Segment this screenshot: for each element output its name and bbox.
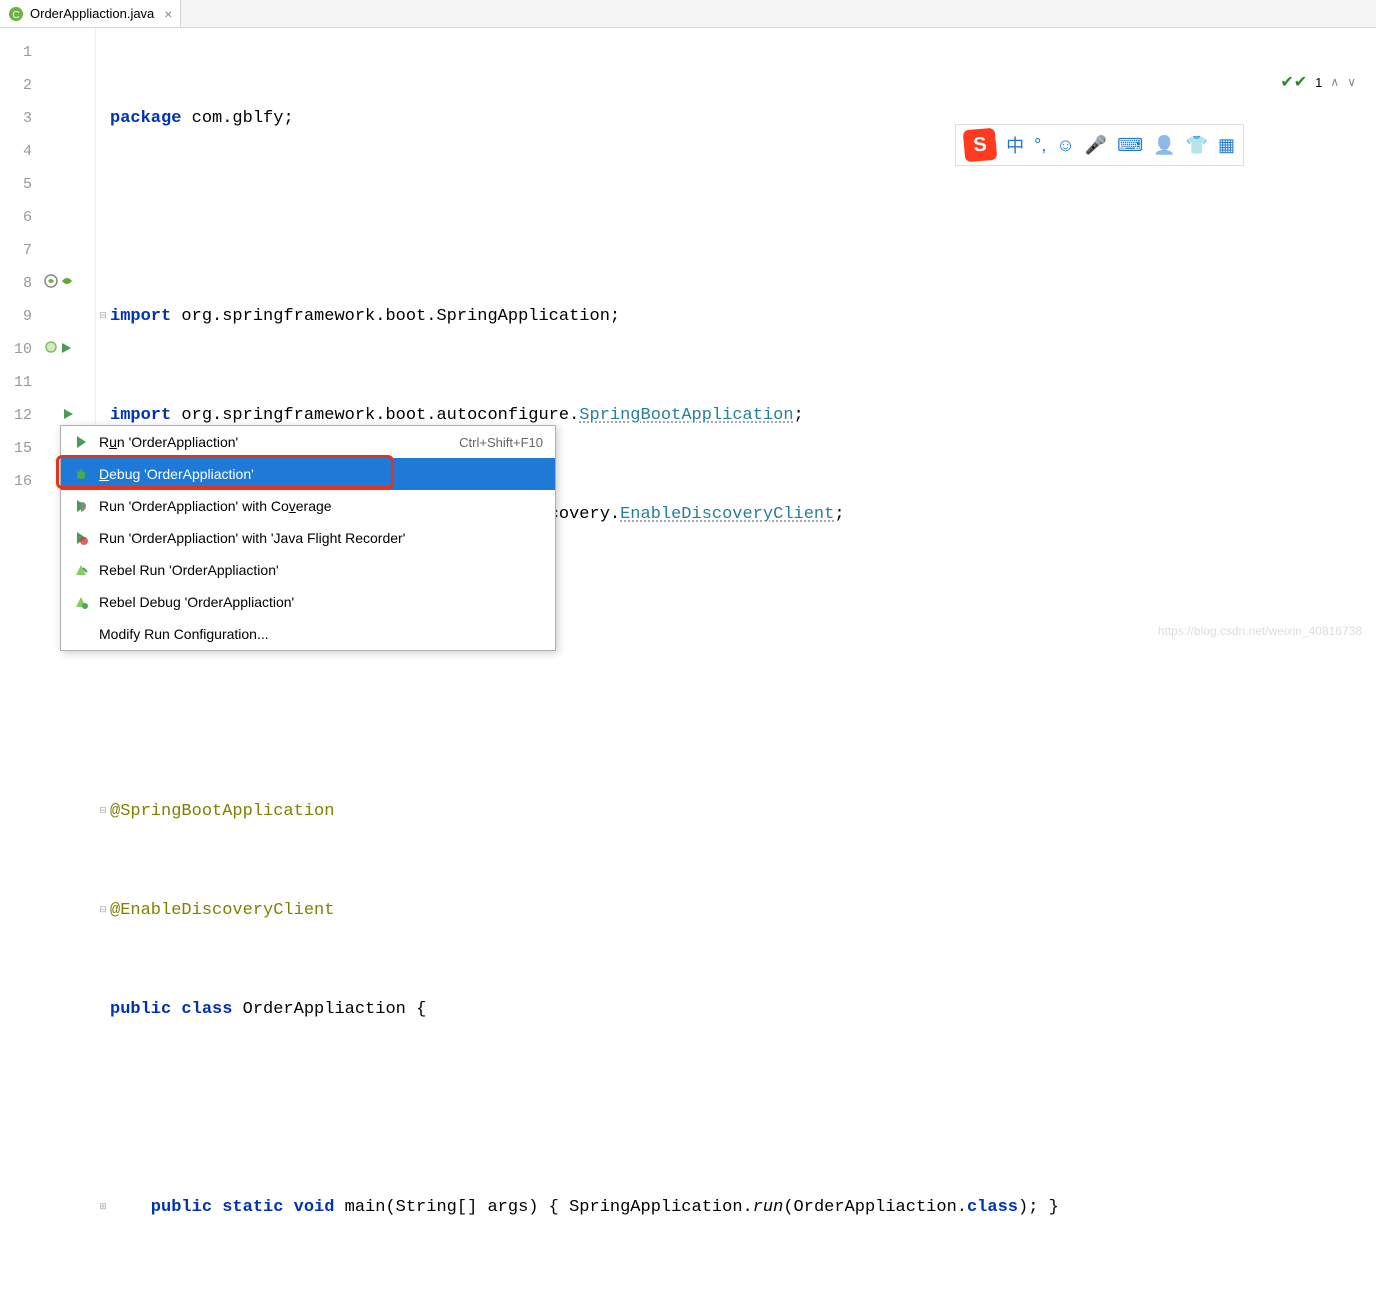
inspection-check-icon: ✔✔ — [1280, 72, 1307, 92]
line-number[interactable]: 9 — [0, 300, 32, 333]
ime-emoji-icon[interactable]: ☺ — [1056, 135, 1074, 156]
code-text: ; — [834, 498, 844, 531]
code-text: (String[] args) { — [385, 1191, 569, 1224]
menu-item-run[interactable]: Run 'OrderAppliaction' Ctrl+Shift+F10 — [61, 426, 555, 458]
line-number[interactable]: 3 — [0, 102, 32, 135]
code-keyword: public class — [110, 993, 232, 1026]
ime-lang-icon[interactable]: 中 — [1006, 132, 1024, 158]
line-number[interactable]: 6 — [0, 201, 32, 234]
line-number[interactable]: 2 — [0, 69, 32, 102]
menu-item-debug[interactable]: Debug 'OrderAppliaction' — [61, 458, 555, 490]
code-class-ref: SpringBootApplication — [579, 399, 793, 432]
menu-item-rebel-debug[interactable]: Rebel Debug 'OrderAppliaction' — [61, 586, 555, 618]
code-text: org.springframework.boot.SpringApplicati… — [171, 300, 620, 333]
line-number[interactable]: 12 — [0, 399, 32, 432]
fold-icon[interactable]: ⊟ — [98, 906, 108, 916]
menu-label: Run 'OrderAppliaction' with 'Java Flight… — [99, 530, 543, 546]
blank-icon — [73, 626, 89, 642]
svg-text:C: C — [12, 10, 19, 21]
menu-label: Modify Run Configuration... — [99, 626, 543, 642]
menu-label: Run 'OrderAppliaction' with Coverage — [99, 498, 543, 514]
fold-icon[interactable]: ⊟ — [98, 312, 108, 322]
watermark: https://blog.csdn.net/weixin_40816738 — [1158, 624, 1362, 638]
code-method-call: run — [753, 1191, 784, 1224]
inspection-count: 1 — [1315, 75, 1322, 90]
menu-item-run-jfr[interactable]: Run 'OrderAppliaction' with 'Java Flight… — [61, 522, 555, 554]
run-context-menu: Run 'OrderAppliaction' Ctrl+Shift+F10 De… — [60, 425, 556, 651]
menu-label: Rebel Run 'OrderAppliaction' — [99, 562, 543, 578]
code-annotation: @SpringBootApplication — [110, 795, 334, 828]
sogou-logo-icon[interactable]: S — [963, 128, 998, 163]
code-annotation: @EnableDiscoveryClient — [110, 894, 334, 927]
menu-label: Debug 'OrderAppliaction' — [99, 466, 543, 482]
code-text: ); } — [1018, 1191, 1059, 1224]
code-class-ref: EnableDiscoveryClient — [620, 498, 834, 531]
chevron-down-icon[interactable]: ∨ — [1347, 75, 1356, 89]
jrebel-run-icon — [73, 562, 89, 578]
line-number[interactable]: 16 — [0, 465, 32, 498]
code-keyword: class — [967, 1191, 1018, 1224]
java-class-icon: C — [8, 6, 24, 22]
ime-keyboard-icon[interactable]: ⌨ — [1117, 135, 1143, 156]
line-number[interactable]: 15 — [0, 432, 32, 465]
code-text: { — [416, 993, 426, 1026]
ime-toolbox-icon[interactable]: ▦ — [1218, 135, 1235, 156]
spring-bean-icon[interactable] — [44, 267, 58, 300]
line-number[interactable]: 7 — [0, 234, 32, 267]
line-number[interactable]: 11 — [0, 366, 32, 399]
code-text: com.gblfy; — [181, 102, 293, 135]
menu-label: Run 'OrderAppliaction' — [99, 434, 449, 450]
code-text: SpringApplication. — [569, 1191, 753, 1224]
code-text: ; — [794, 399, 804, 432]
line-number-gutter: 1 2 3 4 5 6 7 8 9 10 11 12 15 16 — [0, 28, 40, 646]
code-keyword: import — [110, 300, 171, 333]
code-method: main — [334, 1191, 385, 1224]
close-tab-icon[interactable]: × — [164, 6, 172, 22]
debug-icon — [73, 466, 89, 482]
file-tab[interactable]: C OrderAppliaction.java × — [0, 0, 181, 27]
run-gutter-icon[interactable] — [60, 333, 72, 366]
ime-skin-icon[interactable]: 👕 — [1186, 135, 1208, 156]
menu-item-modify-config[interactable]: Modify Run Configuration... — [61, 618, 555, 650]
line-number[interactable]: 5 — [0, 168, 32, 201]
fold-icon[interactable]: ⊞ — [98, 1203, 108, 1213]
line-number[interactable]: 4 — [0, 135, 32, 168]
tab-title: OrderAppliaction.java — [30, 6, 154, 21]
line-number[interactable]: 8 — [0, 267, 32, 300]
ime-user-icon[interactable]: 👤 — [1153, 135, 1175, 156]
inspection-widget[interactable]: ✔✔ 1 ∧ ∨ — [1280, 72, 1356, 92]
menu-item-run-coverage[interactable]: Run 'OrderAppliaction' with Coverage — [61, 490, 555, 522]
menu-shortcut: Ctrl+Shift+F10 — [459, 435, 543, 450]
ime-punct-icon[interactable]: °, — [1034, 135, 1046, 156]
line-number[interactable]: 10 — [0, 333, 32, 366]
ime-mic-icon[interactable]: 🎤 — [1085, 135, 1107, 156]
run-icon — [73, 434, 89, 450]
code-keyword: package — [110, 102, 181, 135]
jfr-icon — [73, 530, 89, 546]
run-class-icon[interactable] — [44, 333, 58, 366]
menu-item-rebel-run[interactable]: Rebel Run 'OrderAppliaction' — [61, 554, 555, 586]
ime-toolbar[interactable]: S 中 °, ☺ 🎤 ⌨ 👤 👕 ▦ — [955, 124, 1244, 166]
menu-label: Rebel Debug 'OrderAppliaction' — [99, 594, 543, 610]
chevron-up-icon[interactable]: ∧ — [1330, 75, 1339, 89]
jrebel-debug-icon — [73, 594, 89, 610]
line-number[interactable]: 1 — [0, 36, 32, 69]
spring-bean-icon[interactable] — [60, 267, 74, 300]
code-class-name: OrderAppliaction — [232, 993, 416, 1026]
tab-bar: C OrderAppliaction.java × — [0, 0, 1376, 28]
fold-icon[interactable]: ⊟ — [98, 807, 108, 817]
code-keyword: public static void — [110, 1191, 334, 1224]
code-text: (OrderAppliaction. — [783, 1191, 967, 1224]
coverage-icon — [73, 498, 89, 514]
